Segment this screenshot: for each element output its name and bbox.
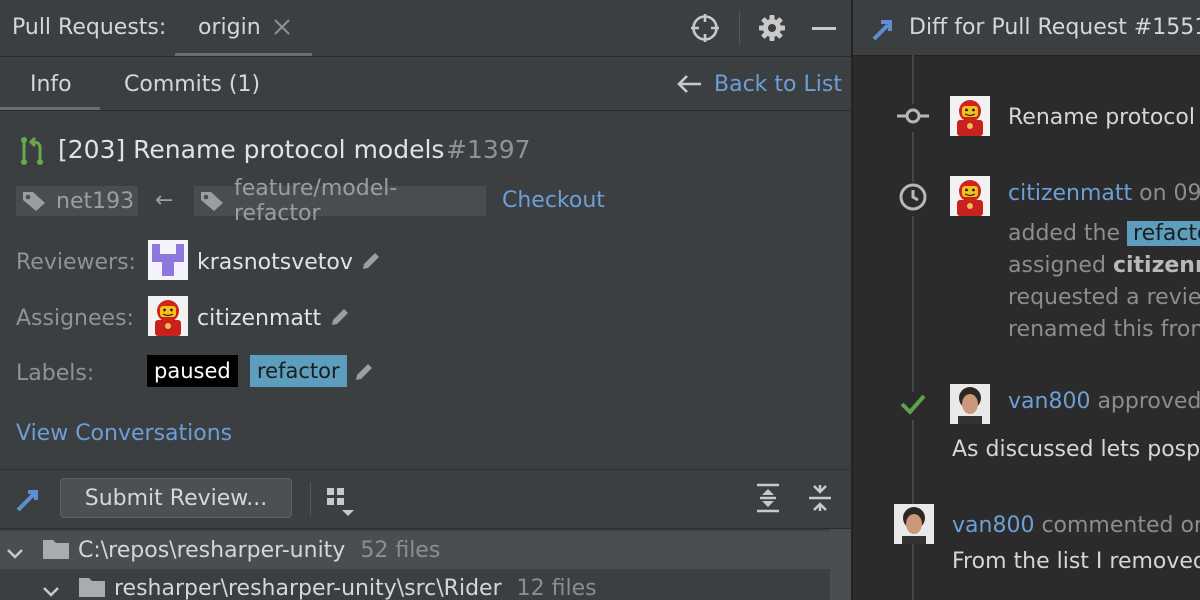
- approve-text: approved t: [1097, 389, 1200, 414]
- avatar: [950, 176, 990, 216]
- diff-arrows-icon[interactable]: [14, 484, 46, 518]
- diff-tab[interactable]: Diff for Pull Request #1551: [853, 0, 1200, 56]
- commit-icon: [897, 104, 929, 132]
- pencil-icon[interactable]: [329, 306, 351, 332]
- view-conversations-link[interactable]: View Conversations: [16, 421, 232, 446]
- avatar: [950, 384, 990, 424]
- tree-row[interactable]: C:\repos\resharper-unity 52 files: [0, 531, 830, 569]
- diff-title: Diff for Pull Request #1551: [909, 15, 1200, 40]
- avatar: [148, 240, 188, 280]
- pr-details: [203] Rename protocol models #1397 net19…: [0, 111, 851, 469]
- panel-title: Pull Requests:: [12, 15, 167, 40]
- folder-icon: [78, 575, 106, 600]
- source-branch: feature/model-refactor: [234, 176, 398, 226]
- pull-request-icon: [18, 136, 46, 170]
- toolbar-divider: [739, 12, 740, 44]
- back-to-list-label: Back to List: [714, 71, 842, 97]
- event-label-chip: refacto: [1127, 221, 1200, 246]
- tree-file-count: 52 files: [360, 538, 441, 563]
- gear-icon[interactable]: [758, 14, 786, 46]
- expand-all-icon[interactable]: [755, 483, 781, 517]
- checkout-link[interactable]: Checkout: [502, 188, 605, 213]
- avatar: [148, 296, 188, 336]
- event-assigned-user: citizenm: [1112, 253, 1200, 278]
- tree-folder-path: C:\repos\resharper-unity: [78, 538, 346, 563]
- scrollbar[interactable]: [830, 529, 851, 600]
- tree-file-count: 12 files: [516, 576, 597, 600]
- group-by-icon[interactable]: [326, 486, 356, 520]
- label-paused: paused: [147, 355, 238, 387]
- reviewers-label: Reviewers:: [16, 250, 136, 275]
- target-branch-chip: net193: [16, 186, 138, 216]
- chevron-down-icon[interactable]: [6, 542, 24, 567]
- check-icon: [899, 392, 927, 420]
- folder-icon: [42, 537, 70, 567]
- diff-arrows-icon: [870, 13, 902, 47]
- event-renamed-text: renamed this from: [1008, 317, 1200, 342]
- event-added-text: added the: [1008, 221, 1121, 246]
- source-branch-chip: feature/model-refactor: [194, 176, 486, 226]
- toolbar-divider: [310, 482, 311, 516]
- approve-user-link[interactable]: van800: [1008, 389, 1090, 414]
- label-refactor: refactor: [250, 355, 347, 387]
- event-assigned-text: assigned: [1008, 253, 1106, 278]
- event-requested-text: requested a review: [1008, 285, 1200, 310]
- pr-title: [203] Rename protocol models: [58, 135, 445, 164]
- event-date: on 09.: [1139, 181, 1200, 206]
- avatar: [894, 504, 934, 544]
- assignees-label: Assignees:: [16, 306, 134, 331]
- comment-text: commented on: [1041, 513, 1200, 538]
- branch-arrow: ←: [155, 188, 174, 213]
- clock-icon: [898, 182, 928, 216]
- tag-icon: [200, 190, 224, 212]
- comment-body: From the list I removed: [952, 549, 1200, 574]
- avatar: [950, 96, 990, 136]
- tab-origin-label: origin: [198, 15, 261, 40]
- chevron-down-icon[interactable]: [42, 580, 60, 600]
- labels-label: Labels:: [16, 361, 95, 386]
- commit-message: Rename protocol m: [1008, 105, 1200, 130]
- tag-icon: [22, 190, 46, 212]
- reviewer-name: krasnotsvetov: [197, 250, 353, 275]
- tree-row[interactable]: resharper\resharper-unity\src\Rider 12 f…: [0, 569, 830, 600]
- changes-tree: C:\repos\resharper-unity 52 files reshar…: [0, 529, 851, 600]
- pencil-icon[interactable]: [360, 250, 382, 276]
- arrow-left-icon: [676, 74, 702, 94]
- diff-panel: Diff for Pull Request #1551 Rename proto…: [851, 0, 1200, 600]
- changes-toolbar: Submit Review...: [0, 469, 851, 529]
- target-branch: net193: [56, 188, 135, 214]
- tab-commits[interactable]: Commits (1): [112, 57, 262, 110]
- assignee-name: citizenmatt: [197, 306, 322, 331]
- details-tabs: Info Commits (1) Back to List: [0, 57, 851, 111]
- pencil-icon[interactable]: [353, 361, 375, 387]
- tab-info[interactable]: Info: [0, 57, 100, 110]
- comment-user-link[interactable]: van800: [952, 513, 1034, 538]
- tab-info-label: Info: [30, 72, 72, 97]
- approve-comment: As discussed lets pospo: [952, 437, 1200, 462]
- pr-number: #1397: [446, 135, 531, 164]
- pull-requests-panel: Pull Requests: origin Info Commits (1) B…: [0, 0, 851, 600]
- close-icon[interactable]: [273, 18, 291, 40]
- collapse-all-icon[interactable]: [807, 483, 833, 517]
- tab-commits-label: Commits (1): [124, 72, 261, 97]
- minimize-icon[interactable]: [812, 27, 836, 30]
- tree-folder-path: resharper\resharper-unity\src\Rider: [114, 576, 502, 600]
- event-user-link[interactable]: citizenmatt: [1008, 181, 1132, 206]
- crosshair-icon[interactable]: [690, 13, 720, 47]
- tab-origin[interactable]: origin: [175, 0, 312, 56]
- back-to-list-link[interactable]: Back to List: [676, 69, 842, 99]
- pull-requests-header: Pull Requests: origin: [0, 0, 851, 57]
- submit-review-button[interactable]: Submit Review...: [60, 478, 292, 518]
